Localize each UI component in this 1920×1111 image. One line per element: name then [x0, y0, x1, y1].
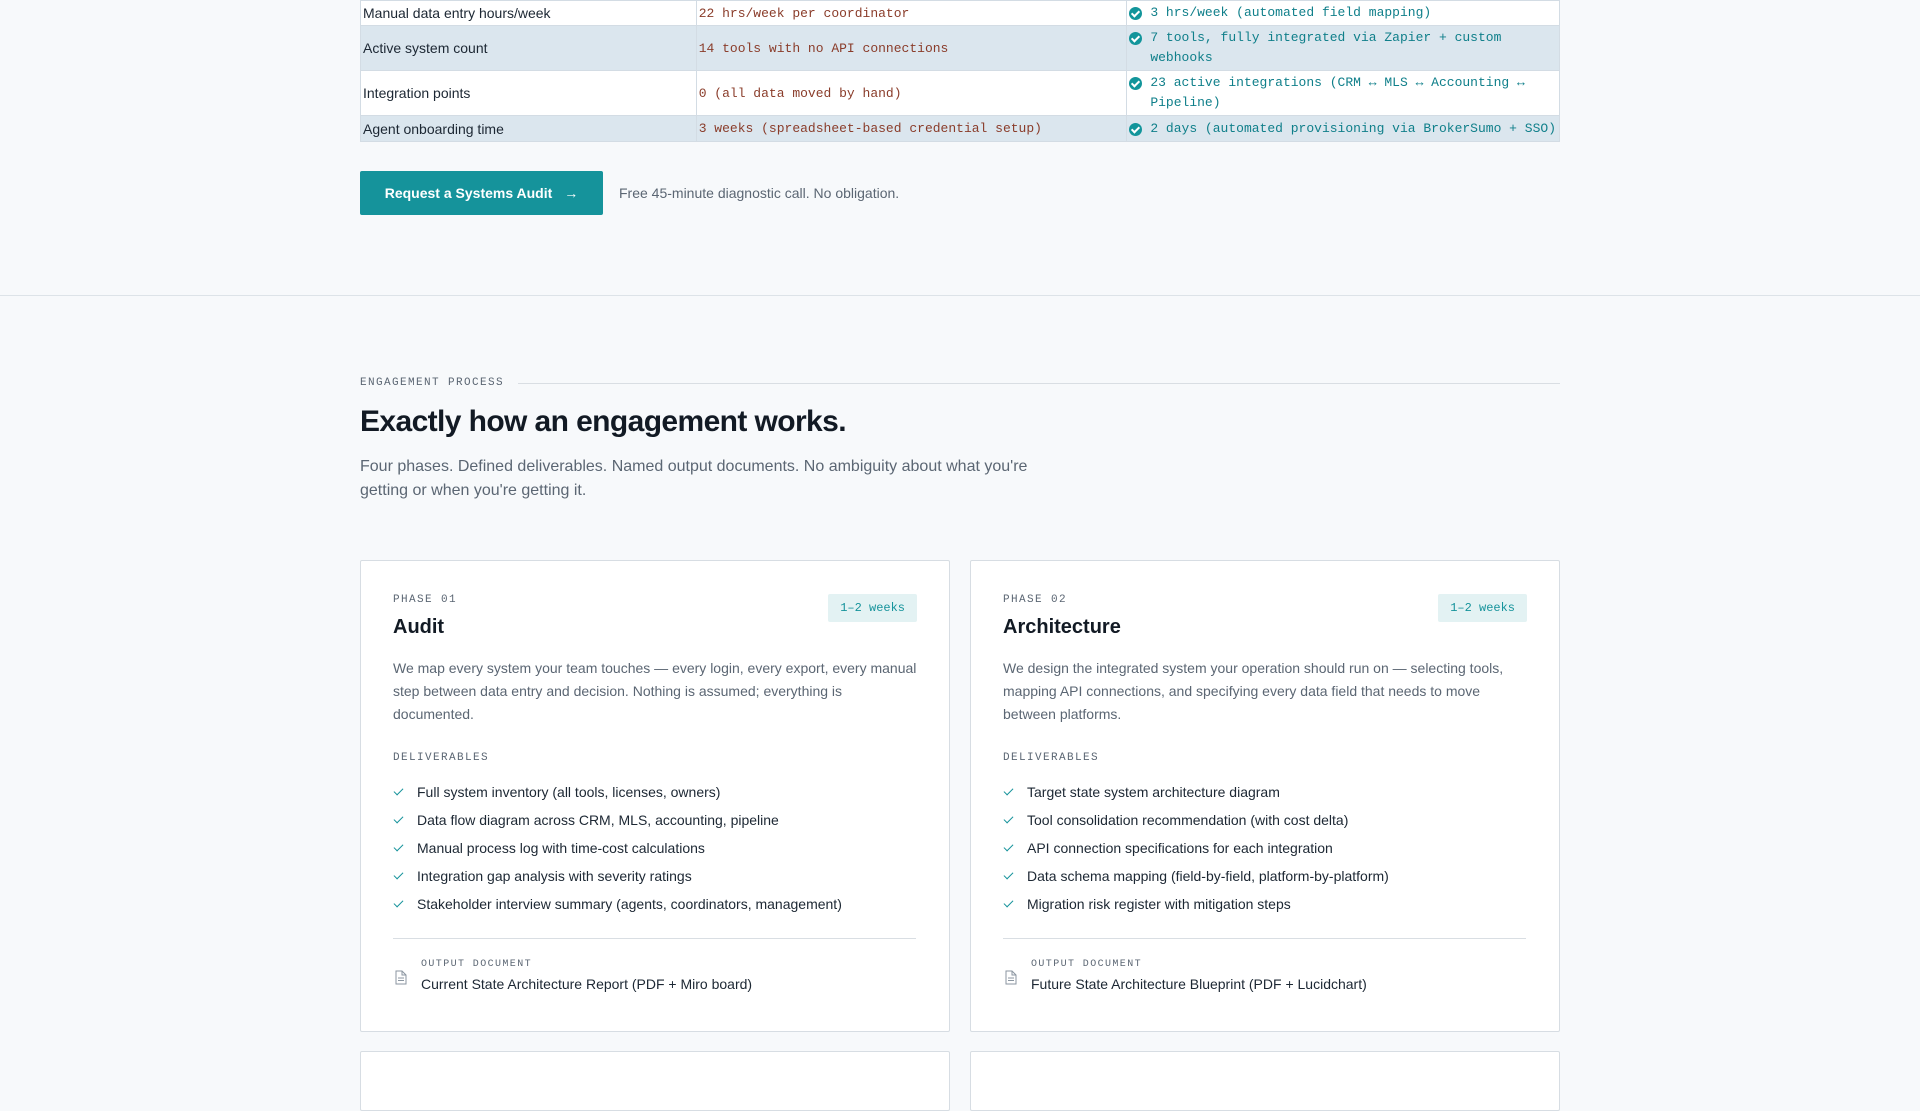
output-document: OUTPUT DOCUMENT Future State Architectur…: [1003, 959, 1526, 992]
list-item: Full system inventory (all tools, licens…: [393, 778, 916, 806]
check-icon: [1003, 814, 1015, 826]
after-value: 2 days (automated provisioning via Broke…: [1150, 120, 1556, 136]
section-eyebrow-row: ENGAGEMENT PROCESS: [360, 377, 1560, 389]
output-name: Future State Architecture Blueprint (PDF…: [1031, 976, 1367, 992]
cta-note: Free 45-minute diagnostic call. No oblig…: [619, 185, 900, 201]
phase-card-architecture: PHASE 02 1–2 weeks Architecture We desig…: [970, 560, 1560, 1032]
list-item: Migration risk register with mitigation …: [1003, 890, 1526, 918]
deliverable-text: Stakeholder interview summary (agents, c…: [417, 896, 842, 912]
output-name: Current State Architecture Report (PDF +…: [421, 976, 753, 992]
phase-card-audit: PHASE 01 1–2 weeks Audit We map every sy…: [360, 560, 950, 1032]
duration-badge: 1–2 weeks: [1438, 594, 1527, 622]
after-cell: 2 days (automated provisioning via Broke…: [1126, 115, 1560, 142]
section-eyebrow: ENGAGEMENT PROCESS: [360, 377, 505, 389]
check-icon: [393, 842, 405, 854]
deliverable-text: Manual process log with time-cost calcul…: [417, 840, 705, 856]
table-row: Active system count 14 tools with no API…: [360, 25, 1560, 71]
request-audit-label: Request a Systems Audit: [384, 185, 553, 201]
check-icon: [393, 898, 405, 910]
phase-description: We map every system your team touches — …: [393, 660, 917, 722]
row-label: Active system count: [360, 25, 697, 71]
deliverable-text: Tool consolidation recommendation (with …: [1027, 812, 1349, 828]
section-lede: Four phases. Defined deliverables. Named…: [360, 458, 1028, 499]
arrow-right-icon: →: [564, 185, 579, 201]
deliverables-label: DELIVERABLES: [1003, 752, 1100, 764]
section-divider: [0, 295, 1920, 296]
after-value: 23 active integrations (CRM ↔ MLS ↔ Acco…: [1150, 75, 1525, 110]
deliverables-label: DELIVERABLES: [393, 752, 490, 764]
output-label: OUTPUT DOCUMENT: [421, 959, 533, 970]
phase-card-partial: [970, 1051, 1560, 1111]
table-row: Integration points 0 (all data moved by …: [360, 70, 1560, 116]
eyebrow-rule: [518, 382, 1560, 384]
comparison-table: Manual data entry hours/week 22 hrs/week…: [360, 0, 1560, 142]
before-value: 14 tools with no API connections: [695, 25, 1128, 71]
list-item: Target state system architecture diagram: [1003, 778, 1526, 806]
list-item: Stakeholder interview summary (agents, c…: [393, 890, 916, 918]
before-value: 22 hrs/week per coordinator: [695, 0, 1128, 26]
check-circle-icon: [1129, 7, 1143, 20]
check-icon: [1003, 786, 1015, 798]
list-item: Data schema mapping (field-by-field, pla…: [1003, 862, 1526, 890]
check-icon: [1003, 870, 1015, 882]
row-label: Manual data entry hours/week: [360, 0, 697, 26]
after-cell: 7 tools, fully integrated via Zapier + c…: [1126, 25, 1560, 71]
check-icon: [1003, 842, 1015, 854]
after-cell: 3 hrs/week (automated field mapping): [1126, 0, 1560, 26]
deliverable-text: Migration risk register with mitigation …: [1027, 896, 1291, 912]
list-item: Integration gap analysis with severity r…: [393, 862, 916, 890]
list-item: API connection specifications for each i…: [1003, 834, 1526, 862]
deliverable-text: Data flow diagram across CRM, MLS, accou…: [417, 812, 779, 828]
phase-card-partial: [360, 1051, 950, 1111]
before-value: 0 (all data moved by hand): [695, 70, 1128, 116]
after-cell: 23 active integrations (CRM ↔ MLS ↔ Acco…: [1126, 70, 1560, 116]
check-icon: [393, 786, 405, 798]
check-icon: [393, 814, 405, 826]
check-icon: [1003, 898, 1015, 910]
deliverable-text: Integration gap analysis with severity r…: [417, 868, 692, 884]
row-label: Integration points: [360, 70, 697, 116]
deliverable-text: Full system inventory (all tools, licens…: [417, 784, 721, 800]
after-value: 7 tools, fully integrated via Zapier + c…: [1150, 30, 1502, 65]
check-circle-icon: [1129, 122, 1143, 136]
list-item: Data flow diagram across CRM, MLS, accou…: [393, 806, 916, 834]
check-icon: [393, 870, 405, 882]
deliverables-list: Target state system architecture diagram…: [1003, 778, 1526, 918]
deliverable-text: API connection specifications for each i…: [1027, 840, 1333, 856]
duration-badge: 1–2 weeks: [828, 594, 917, 622]
card-divider: [1003, 938, 1526, 939]
document-icon: [395, 970, 407, 985]
check-circle-icon: [1129, 32, 1143, 45]
phase-description: We design the integrated system your ope…: [1003, 660, 1504, 722]
after-value: 3 hrs/week (automated field mapping): [1150, 5, 1432, 20]
document-icon: [1005, 970, 1017, 985]
deliverables-list: Full system inventory (all tools, licens…: [393, 778, 916, 918]
list-item: Manual process log with time-cost calcul…: [393, 834, 916, 862]
list-item: Tool consolidation recommendation (with …: [1003, 806, 1526, 834]
table-row: Manual data entry hours/week 22 hrs/week…: [360, 0, 1560, 26]
cta-row: Request a Systems Audit → Free 45-minute…: [360, 171, 899, 215]
check-circle-icon: [1129, 77, 1143, 90]
output-document: OUTPUT DOCUMENT Current State Architectu…: [393, 959, 916, 992]
output-label: OUTPUT DOCUMENT: [1031, 959, 1143, 970]
before-value: 3 weeks (spreadsheet-based credential se…: [695, 115, 1128, 142]
row-label: Agent onboarding time: [360, 115, 697, 142]
section-heading: Exactly how an engagement works.: [360, 405, 847, 438]
request-audit-button[interactable]: Request a Systems Audit →: [360, 171, 603, 215]
card-divider: [393, 938, 916, 939]
deliverable-text: Target state system architecture diagram: [1027, 784, 1280, 800]
table-row: Agent onboarding time 3 weeks (spreadshe…: [360, 115, 1560, 142]
deliverable-text: Data schema mapping (field-by-field, pla…: [1027, 868, 1389, 884]
